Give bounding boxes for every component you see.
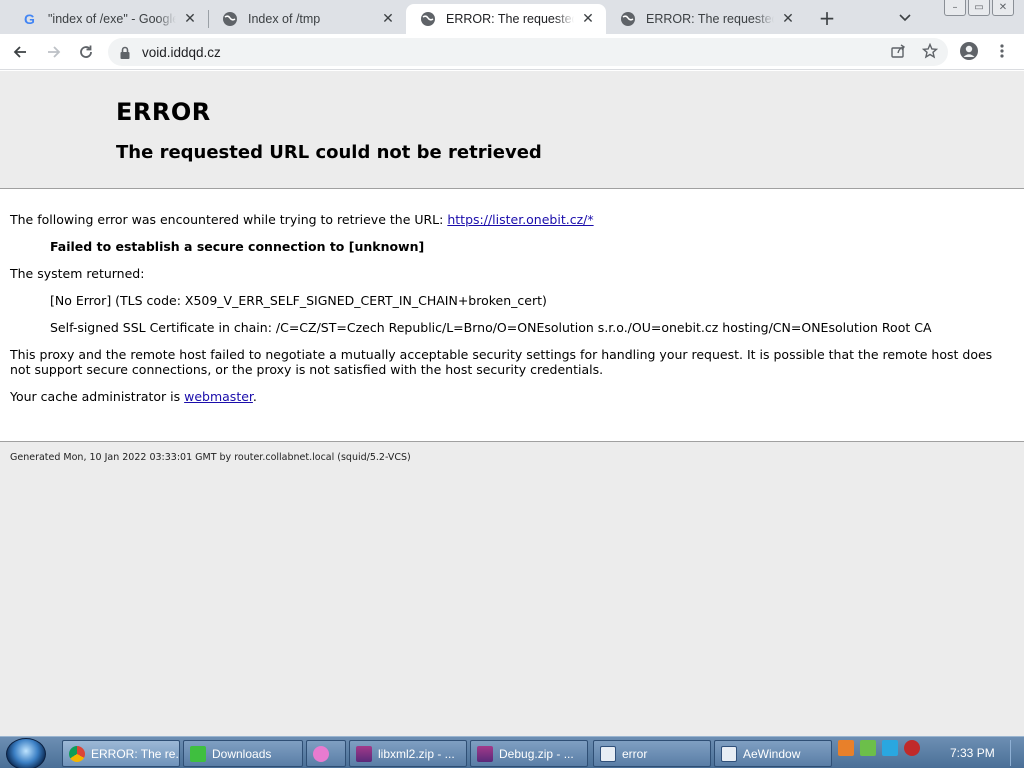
tab-title: ERROR: The requested URL xyxy=(446,12,574,26)
taskbar-clock[interactable]: 7:33 PM xyxy=(950,746,995,760)
requested-url-link[interactable]: https://lister.onebit.cz/* xyxy=(447,212,593,227)
tab-title: "index of /exe" - Google xyxy=(48,12,176,26)
tab-search-button[interactable] xyxy=(895,8,915,28)
close-icon[interactable]: ✕ xyxy=(780,11,796,27)
taskbar-item-chrome[interactable]: ERROR: The re... xyxy=(62,740,180,767)
winrar-icon xyxy=(356,745,372,762)
error-detail: Failed to establish a secure connection … xyxy=(10,239,1014,254)
more-vert-icon xyxy=(1000,44,1004,58)
tab-title: Index of /tmp xyxy=(248,12,321,26)
svg-text:G: G xyxy=(24,11,35,27)
taskbar-item-downloads[interactable]: Downloads xyxy=(183,740,303,767)
reload-button[interactable] xyxy=(72,38,100,66)
taskbar-item-label: error xyxy=(622,746,648,761)
address-bar[interactable]: void.iddqd.cz xyxy=(108,38,948,66)
tab-strip: G "index of /exe" - Google ✕ Index of /t… xyxy=(0,0,1024,34)
new-tab-button[interactable]: + xyxy=(815,6,839,30)
globe-icon xyxy=(620,11,636,27)
taskbar-item-error[interactable]: error xyxy=(593,740,711,767)
winrar-icon xyxy=(477,745,493,762)
taskbar-item-label: libxml2.zip - ... xyxy=(378,746,455,761)
chrome-icon xyxy=(69,745,85,762)
url-text: void.iddqd.cz xyxy=(142,44,221,60)
browser-toolbar: void.iddqd.cz xyxy=(0,34,1024,70)
media-player-icon xyxy=(313,745,329,762)
chevron-down-icon xyxy=(899,14,911,22)
menu-button[interactable] xyxy=(990,39,1014,63)
taskbar-item-label: Debug.zip - ... xyxy=(499,746,574,761)
tab-title: ERROR: The requested URL xyxy=(646,12,774,26)
taskbar-item-media[interactable] xyxy=(306,740,346,767)
share-button[interactable] xyxy=(886,39,910,63)
taskbar-item-label: Downloads xyxy=(212,746,272,761)
star-icon xyxy=(922,43,938,59)
error-body: The following error was encountered whil… xyxy=(0,189,1024,404)
page-footer: Generated Mon, 10 Jan 2022 03:33:01 GMT … xyxy=(0,441,1024,736)
window-app-icon xyxy=(721,745,737,762)
taskbar-item-label: ERROR: The re... xyxy=(91,746,180,761)
tls-code: [No Error] (TLS code: X509_V_ERR_SELF_SI… xyxy=(50,293,547,308)
close-icon[interactable]: ✕ xyxy=(380,11,396,27)
security-tray-icon[interactable] xyxy=(860,740,876,756)
globe-icon xyxy=(222,11,238,27)
arrow-left-icon xyxy=(13,46,26,58)
forward-button[interactable] xyxy=(40,38,68,66)
error-header: ERROR The requested URL could not be ret… xyxy=(0,71,1024,189)
window-app-icon xyxy=(600,745,616,762)
close-icon[interactable]: ✕ xyxy=(580,11,596,27)
page-content: ERROR The requested URL could not be ret… xyxy=(0,71,1024,736)
taskbar-item-aewindow[interactable]: AeWindow xyxy=(714,740,832,767)
taskbar: ERROR: The re... Downloads libxml2.zip -… xyxy=(0,736,1024,768)
volume-tray-icon[interactable] xyxy=(904,740,920,756)
error-detail-text: Failed to establish a secure connection … xyxy=(50,239,425,254)
profile-button[interactable] xyxy=(957,39,981,63)
download-folder-icon xyxy=(190,745,206,762)
taskbar-item-label: AeWindow xyxy=(743,746,801,761)
system-tray xyxy=(838,740,920,756)
window-controls: – ▭ ✕ xyxy=(944,0,1014,16)
error-explanation: This proxy and the remote host failed to… xyxy=(10,347,993,377)
show-desktop-button[interactable] xyxy=(1010,740,1022,766)
network-tray-icon[interactable] xyxy=(882,740,898,756)
page-title: ERROR xyxy=(116,98,211,126)
tab-index-tmp[interactable]: Index of /tmp ✕ xyxy=(208,4,406,34)
taskbar-item-libxml2[interactable]: libxml2.zip - ... xyxy=(349,740,467,767)
reload-icon xyxy=(80,45,92,58)
intro-text: The following error was encountered whil… xyxy=(10,212,448,227)
restore-button[interactable]: ▭ xyxy=(968,0,990,16)
tab-error-2[interactable]: ERROR: The requested URL ✕ xyxy=(606,4,806,34)
lock-icon xyxy=(118,45,132,59)
error-intro: The following error was encountered whil… xyxy=(10,212,1014,227)
system-returned-label: The system returned: xyxy=(10,266,145,281)
app-tray-icon[interactable] xyxy=(838,740,854,756)
admin-suffix: . xyxy=(252,389,257,404)
admin-line: Your cache administrator is webmaster. xyxy=(10,389,1014,404)
share-icon xyxy=(891,44,905,58)
tab-error-active[interactable]: ERROR: The requested URL ✕ xyxy=(406,4,606,34)
start-button[interactable] xyxy=(6,738,46,768)
window-close-button[interactable]: ✕ xyxy=(992,0,1014,16)
taskbar-item-debug-zip[interactable]: Debug.zip - ... xyxy=(470,740,588,767)
tab-google-search[interactable]: G "index of /exe" - Google ✕ xyxy=(8,4,208,34)
globe-icon xyxy=(420,11,436,27)
google-icon: G xyxy=(22,11,38,27)
bookmark-button[interactable] xyxy=(918,39,942,63)
page-subtitle: The requested URL could not be retrieved xyxy=(116,142,542,163)
back-button[interactable] xyxy=(6,38,34,66)
close-icon[interactable]: ✕ xyxy=(182,11,198,27)
arrow-right-icon xyxy=(48,46,61,58)
footer-text: Generated Mon, 10 Jan 2022 03:33:01 GMT … xyxy=(10,452,411,463)
account-icon xyxy=(960,42,978,60)
webmaster-link[interactable]: webmaster xyxy=(184,389,253,404)
minimize-button[interactable]: – xyxy=(944,0,966,16)
admin-prefix: Your cache administrator is xyxy=(10,389,185,404)
cert-chain: Self-signed SSL Certificate in chain: /C… xyxy=(50,320,932,335)
